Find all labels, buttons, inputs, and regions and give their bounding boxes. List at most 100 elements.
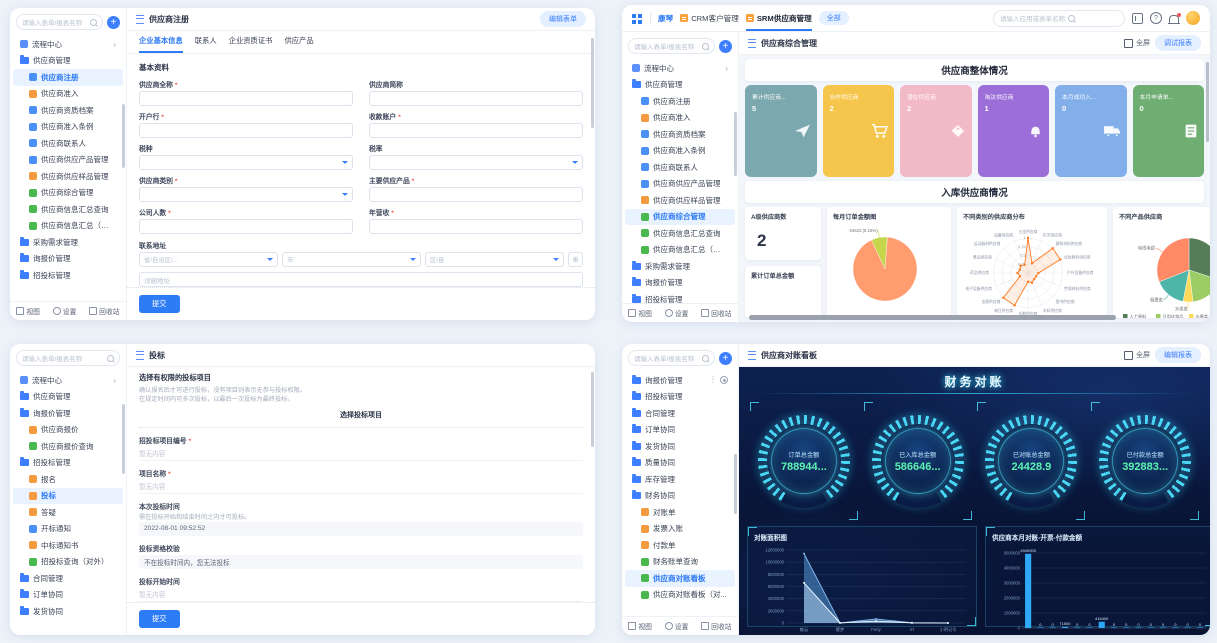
menu-icon[interactable]	[136, 351, 144, 360]
recycle-button[interactable]: 回收站	[701, 621, 731, 631]
sidebar-item[interactable]: 供应商综合管理	[13, 185, 123, 202]
sidebar-item[interactable]: 供应商管理	[625, 77, 735, 94]
sidebar-item[interactable]: 供应商供应样品管理	[625, 192, 735, 209]
text-input[interactable]	[139, 91, 353, 106]
sidebar-item[interactable]: 供应商准入	[625, 110, 735, 127]
gear-icon[interactable]	[720, 376, 728, 384]
sidebar-item[interactable]: 供应商资质档案	[13, 102, 123, 119]
item-tools[interactable]: ⋮	[709, 376, 728, 384]
view-button[interactable]: 视图	[628, 621, 652, 631]
sidebar-item[interactable]: 供应商供应产品管理	[13, 152, 123, 169]
all-apps-button[interactable]: 全部	[819, 11, 849, 25]
form-scrollbar[interactable]	[591, 372, 594, 447]
debug-report-button[interactable]: 调试报表	[1155, 35, 1201, 51]
text-input[interactable]	[139, 123, 353, 138]
sidebar-item[interactable]: 供应商供应产品管理	[625, 176, 735, 193]
sidebar-item[interactable]: 订单协同	[13, 587, 123, 604]
supplier-radar-card[interactable]: 不同类别的供应商分布 0.250.50.751五金供应商布艺供应商建筑材料供应商…	[957, 207, 1107, 318]
sidebar-item[interactable]: 库存管理 ⋮	[625, 471, 735, 488]
sidebar-item[interactable]: 供应商信息汇总（对...	[13, 218, 123, 235]
panel-switch-icon[interactable]	[1132, 13, 1143, 24]
sidebar-item[interactable]: 供应商信息汇总查询	[625, 225, 735, 242]
sidebar-item[interactable]: 付款单 ⋮	[625, 537, 735, 554]
sidebar-item[interactable]: 供应商准入条例	[13, 119, 123, 136]
sidebar-item[interactable]: 供应商联系人	[13, 135, 123, 152]
sidebar-item[interactable]: 供应商对账看板 ⋮	[625, 570, 735, 587]
text-input[interactable]	[369, 219, 583, 234]
sidebar-item[interactable]: 询报价管理 ⋮	[625, 372, 735, 389]
sidebar-scrollbar[interactable]	[734, 454, 737, 514]
sidebar-item[interactable]: 询报价管理	[625, 275, 735, 292]
sidebar-item[interactable]: 答疑	[13, 504, 123, 521]
sidebar-search-input[interactable]: 请输入表单/报表名称	[628, 38, 715, 54]
sidebar-item[interactable]: 发票入账 ⋮	[625, 521, 735, 538]
sidebar-item[interactable]: 招投标管理	[13, 267, 123, 284]
sidebar-item[interactable]: 供应商报价	[13, 422, 123, 439]
sidebar-item[interactable]: 询报价管理	[13, 251, 123, 268]
sidebar-item[interactable]: 询报价管理	[13, 405, 123, 422]
menu-icon[interactable]	[748, 39, 756, 48]
card-potential-suppliers[interactable]: 潜在供应商 2	[900, 85, 972, 177]
bid-project-no-input[interactable]: 暂无内容	[139, 447, 583, 461]
sidebar-item[interactable]: 合同管理 ⋮	[625, 405, 735, 422]
sidebar-item[interactable]: 采购需求管理	[13, 234, 123, 251]
form-tab[interactable]: 企业基本信息	[139, 36, 183, 53]
help-icon[interactable]: ?	[1150, 12, 1162, 24]
monthly-order-pie-card[interactable]: 每月订单金额图 64523 (8.16%)	[827, 207, 951, 318]
view-button[interactable]: 视图	[16, 306, 40, 316]
add-form-button[interactable]: +	[719, 40, 732, 53]
card-total-suppliers[interactable]: 累计供应商... 5	[745, 85, 817, 177]
total-order-amount-card[interactable]: 累计订单总金额	[745, 266, 821, 319]
tab-srm[interactable]: SRM供应商管理	[746, 5, 812, 31]
sidebar-search-input[interactable]: 请输入表单/报表名称	[16, 350, 120, 366]
text-input[interactable]	[369, 187, 583, 202]
city-select[interactable]: 市	[282, 252, 421, 267]
horizontal-scrollbar[interactable]	[749, 315, 1116, 320]
sidebar-item[interactable]: 对账单 ⋮	[625, 504, 735, 521]
sidebar-item[interactable]: 供应商供应样品管理	[13, 168, 123, 185]
sidebar-item[interactable]: 供应商准入条例	[625, 143, 735, 160]
sidebar-scrollbar[interactable]	[122, 104, 125, 168]
sidebar-item[interactable]: 供应商管理	[13, 53, 123, 70]
settings-button[interactable]: 设置	[53, 306, 77, 316]
menu-icon[interactable]	[136, 15, 144, 24]
form-tab[interactable]: 供应产品	[284, 36, 313, 53]
sidebar-item[interactable]: 供应商信息汇总查询	[13, 201, 123, 218]
sidebar-item[interactable]: 订单协同 ⋮	[625, 422, 735, 439]
sidebar-item[interactable]: 供应商联系人	[625, 159, 735, 176]
sidebar-item[interactable]: 投标	[13, 488, 123, 505]
text-input[interactable]	[139, 219, 353, 234]
card-eliminated-suppliers[interactable]: 淘汰供应商 1	[978, 85, 1050, 177]
bid-start-time-input[interactable]: 暂无内容	[139, 588, 583, 602]
app-search-input[interactable]: 请输入应用或表单名称	[993, 10, 1125, 27]
sidebar-search-input[interactable]: 请输入表单/报表名称	[628, 350, 715, 366]
sidebar-item[interactable]: 招投标查询（对外）	[13, 554, 123, 571]
locate-icon[interactable]: ⊕	[568, 252, 583, 267]
sidebar-item[interactable]: 供应商信息汇总（对...	[625, 242, 735, 259]
form-scrollbar[interactable]	[591, 38, 594, 128]
sidebar-item[interactable]: 供应商管理	[13, 389, 123, 406]
avatar[interactable]	[1186, 11, 1200, 25]
workspace-name[interactable]: 康琴	[658, 13, 673, 24]
text-input[interactable]	[369, 123, 583, 138]
view-button[interactable]: 视图	[628, 308, 652, 318]
sidebar-item[interactable]: 发货协同	[13, 603, 123, 620]
sidebar-item[interactable]: 供应商注册	[13, 69, 123, 86]
address-detail-input[interactable]: 详细地址	[139, 272, 583, 287]
dashboard-scrollbar[interactable]	[1206, 62, 1209, 142]
bell-icon[interactable]	[1169, 15, 1179, 23]
sidebar-item[interactable]: 招投标管理	[13, 455, 123, 472]
settings-button[interactable]: 设置	[665, 621, 689, 631]
sidebar-item[interactable]: 合同管理	[13, 570, 123, 587]
text-input[interactable]	[369, 155, 583, 170]
sidebar-item[interactable]: 中标通知书	[13, 537, 123, 554]
sidebar-item[interactable]: 财务账单查询 ⋮	[625, 554, 735, 571]
sidebar-item[interactable]: 供应商注册	[625, 93, 735, 110]
a-level-supplier-card[interactable]: A级供应商数 2	[745, 207, 821, 260]
settings-button[interactable]: 设置	[665, 308, 689, 318]
sidebar-item[interactable]: 流程中心 ›	[625, 60, 735, 77]
menu-icon[interactable]	[748, 351, 756, 360]
recycle-button[interactable]: 回收站	[701, 308, 731, 318]
card-partner-suppliers[interactable]: 合作供应商 2	[823, 85, 895, 177]
tab-crm[interactable]: CRM客户管理	[680, 5, 739, 31]
